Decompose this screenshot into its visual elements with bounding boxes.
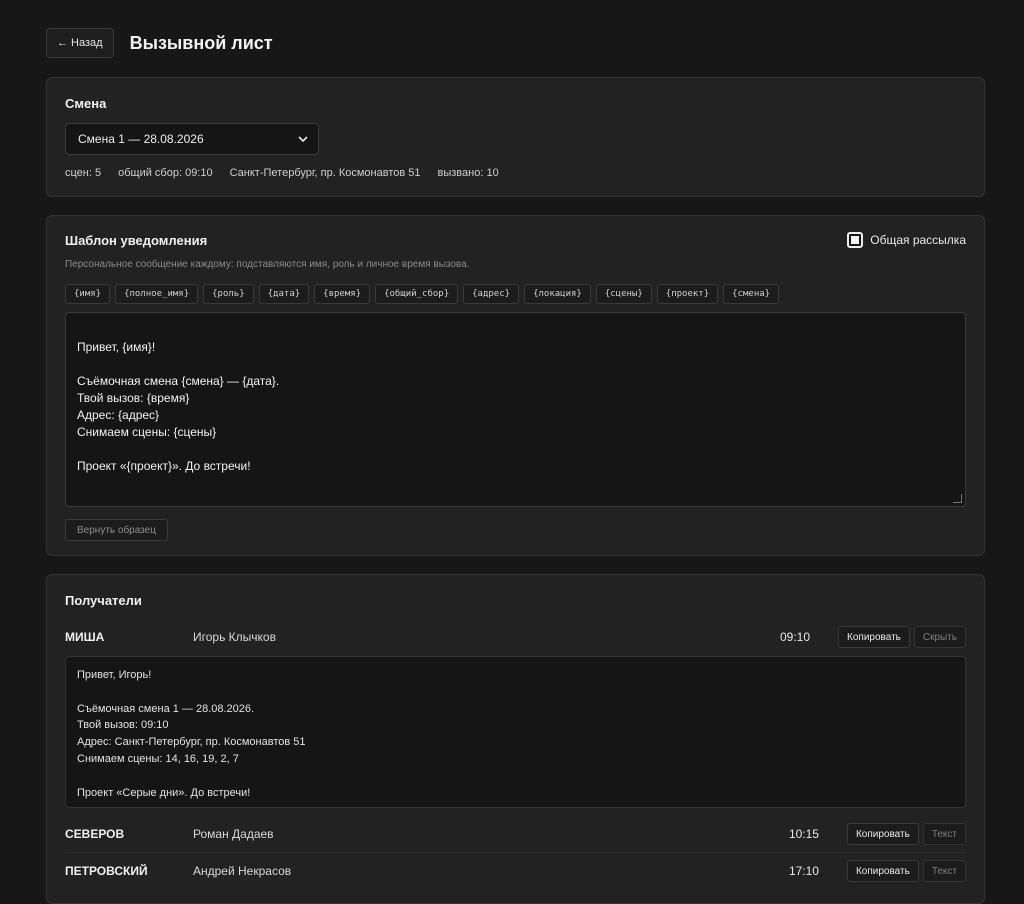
- recipient-role: МИША: [65, 630, 105, 644]
- broadcast-toggle[interactable]: Общая рассылка: [847, 232, 966, 248]
- template-card-title: Шаблон уведомления: [65, 233, 208, 248]
- page-title: Вызывной лист: [129, 32, 273, 53]
- shift-stats: сцен: 5 общий сбор: 09:10 Санкт-Петербур…: [65, 167, 499, 179]
- stat-address: Санкт-Петербург, пр. Космонавтов 51: [229, 167, 421, 179]
- shift-select[interactable]: Смена 1 — 28.08.2026: [65, 123, 319, 155]
- copy-button[interactable]: Копировать: [838, 626, 910, 648]
- message-preview: Привет, Игорь! Съёмочная смена 1 — 28.08…: [65, 656, 966, 808]
- recipient-time: 17:10: [788, 864, 819, 878]
- token-button[interactable]: {дата}: [258, 284, 310, 304]
- token-button[interactable]: {общий_сбор}: [375, 284, 459, 304]
- recipient-time: 10:15: [788, 827, 819, 841]
- recipient-row: ПЕТРОВСКИЙ Андрей Некрасов 17:10 Копиров…: [65, 857, 966, 885]
- template-card: Шаблон уведомления Общая рассылка Персон…: [46, 215, 985, 556]
- copy-button[interactable]: Копировать: [846, 823, 919, 845]
- token-button[interactable]: {проект}: [656, 284, 719, 304]
- template-text: Привет, {имя}! Съёмочная смена {смена} —…: [77, 340, 280, 473]
- show-text-button[interactable]: Текст: [922, 860, 966, 882]
- token-button[interactable]: {роль}: [203, 284, 254, 304]
- token-button[interactable]: {адрес}: [463, 284, 520, 304]
- show-text-button[interactable]: Текст: [922, 823, 966, 845]
- hide-text-button[interactable]: Скрыть: [913, 626, 966, 648]
- token-button[interactable]: {имя}: [65, 284, 111, 304]
- recipient-name: Андрей Некрасов: [193, 864, 292, 878]
- resize-handle-icon[interactable]: [953, 494, 962, 503]
- recipient-role: СЕВЕРОВ: [65, 827, 125, 841]
- checkbox-mark: [851, 236, 860, 244]
- recipient-time: 09:10: [779, 630, 811, 644]
- back-button[interactable]: ← Назад: [46, 28, 114, 58]
- recipients-card-title: Получатели: [65, 593, 142, 608]
- reset-template-button[interactable]: Вернуть образец: [65, 519, 168, 541]
- token-list: {имя} {полное_имя} {роль} {дата} {время}…: [65, 284, 780, 304]
- recipients-card: Получатели МИША Игорь Клычков 09:10 Копи…: [46, 574, 985, 904]
- stat-called: вызвано: 10: [437, 167, 499, 179]
- broadcast-label: Общая рассылка: [870, 233, 966, 247]
- recipient-name: Игорь Клычков: [193, 630, 276, 644]
- token-button[interactable]: {время}: [314, 284, 371, 304]
- shift-card-title: Смена: [65, 96, 107, 111]
- page-header: ← Назад Вызывной лист: [46, 27, 273, 59]
- stat-gather: общий сбор: 09:10: [118, 167, 213, 179]
- token-button[interactable]: {локация}: [524, 284, 591, 304]
- token-button[interactable]: {сцены}: [595, 284, 652, 304]
- row-divider: [65, 852, 966, 853]
- template-textarea[interactable]: Привет, {имя}! Съёмочная смена {смена} —…: [65, 312, 966, 507]
- template-hint: Персональное сообщение каждому: подставл…: [65, 259, 470, 270]
- recipient-row: СЕВЕРОВ Роман Дадаев 10:15 Копировать Те…: [65, 820, 966, 848]
- chevron-down-icon: [296, 132, 310, 149]
- recipient-role: ПЕТРОВСКИЙ: [65, 864, 148, 878]
- copy-button[interactable]: Копировать: [846, 860, 919, 882]
- token-button[interactable]: {смена}: [723, 284, 780, 304]
- recipient-row: МИША Игорь Клычков 09:10 Копировать Скры…: [65, 623, 966, 651]
- recipient-name: Роман Дадаев: [193, 827, 274, 841]
- token-button[interactable]: {полное_имя}: [115, 284, 199, 304]
- shift-card: Смена Смена 1 — 28.08.2026 сцен: 5 общий…: [46, 77, 985, 197]
- shift-select-value: Смена 1 — 28.08.2026: [78, 132, 204, 146]
- broadcast-checkbox[interactable]: [847, 232, 864, 248]
- stat-scenes: сцен: 5: [65, 167, 102, 179]
